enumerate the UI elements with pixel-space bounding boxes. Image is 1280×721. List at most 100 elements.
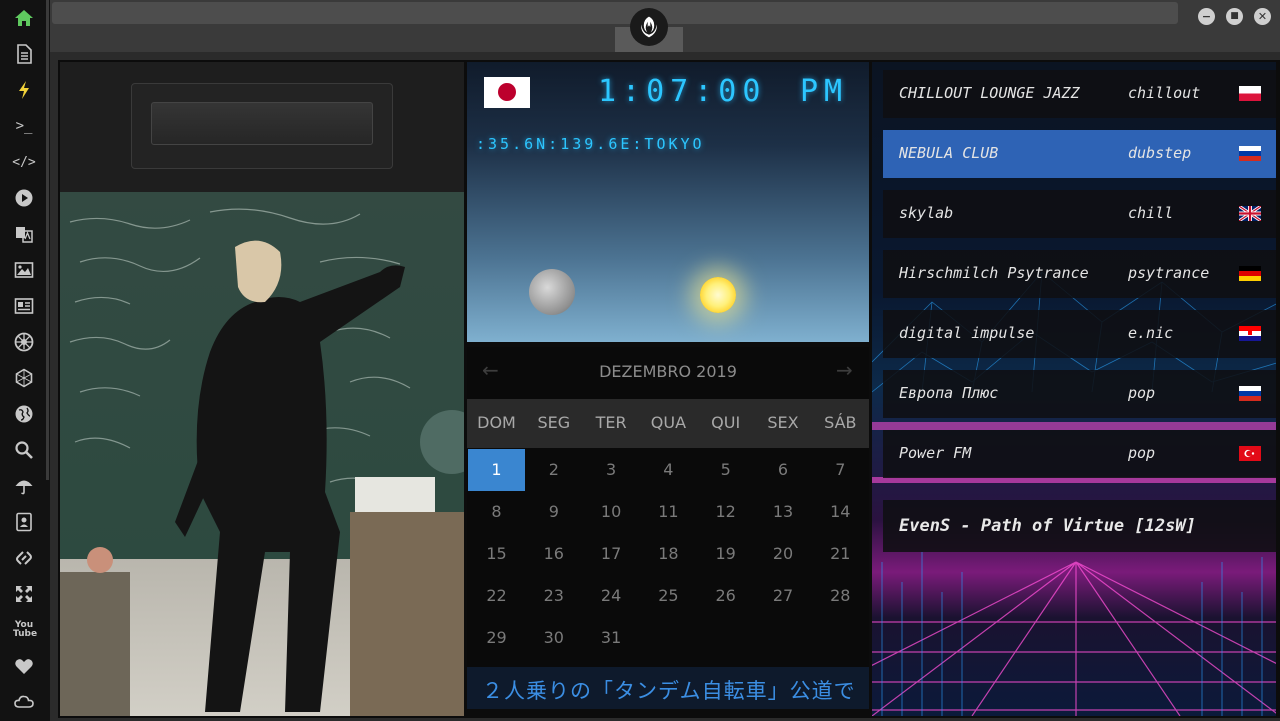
moon-icon bbox=[529, 269, 575, 315]
document-icon[interactable] bbox=[10, 40, 38, 68]
calendar-day[interactable]: 16 bbox=[525, 533, 582, 575]
radio-station-genre: chillout bbox=[1128, 84, 1201, 102]
russia-flag-icon bbox=[1239, 386, 1261, 401]
calendar-day[interactable]: 13 bbox=[755, 491, 812, 533]
radio-station-name: Европа Плюс bbox=[899, 384, 999, 402]
calendar-day[interactable]: 5 bbox=[697, 449, 754, 491]
radio-station-row[interactable]: Европа Плюс pop bbox=[883, 370, 1276, 418]
newspaper-icon[interactable] bbox=[10, 292, 38, 320]
youtube-icon-label: You Tube bbox=[13, 620, 38, 639]
calendar-day[interactable]: 20 bbox=[755, 533, 812, 575]
calendar-day[interactable]: 1 bbox=[468, 449, 525, 491]
youtube-icon[interactable]: You Tube bbox=[10, 616, 38, 644]
maximize-button[interactable]: ■ bbox=[1226, 8, 1243, 25]
calendar-day[interactable]: 30 bbox=[525, 617, 582, 659]
play-circle-icon[interactable] bbox=[10, 184, 38, 212]
calendar-day[interactable]: 14 bbox=[812, 491, 869, 533]
japan-flag-icon[interactable] bbox=[484, 77, 530, 108]
calendar-day[interactable]: 9 bbox=[525, 491, 582, 533]
calendar-weekday: DOM bbox=[477, 413, 516, 432]
calendar-day[interactable]: 25 bbox=[640, 575, 697, 617]
code-icon[interactable]: </> bbox=[10, 148, 38, 176]
close-button[interactable]: ✕ bbox=[1254, 8, 1271, 25]
radio-station-genre: e.nic bbox=[1128, 324, 1174, 342]
calendar-day[interactable]: 18 bbox=[640, 533, 697, 575]
calendar-day[interactable]: 7 bbox=[812, 449, 869, 491]
news-ticker[interactable]: ２人乗りの「タンデム自転車」公道で bbox=[467, 667, 869, 709]
hexagon-icon[interactable] bbox=[10, 364, 38, 392]
clock-ampm: PM bbox=[800, 74, 849, 109]
radio-station-genre: pop bbox=[1128, 444, 1156, 462]
radio-station-genre: psytrance bbox=[1128, 264, 1210, 282]
image-icon[interactable] bbox=[10, 256, 38, 284]
close-icon: ✕ bbox=[1257, 10, 1268, 23]
calendar-day[interactable]: 19 bbox=[697, 533, 754, 575]
calendar-day[interactable]: 6 bbox=[755, 449, 812, 491]
calendar-day[interactable]: 31 bbox=[583, 617, 640, 659]
radio-station-genre: chill bbox=[1128, 204, 1174, 222]
germany-flag-icon bbox=[1239, 266, 1261, 281]
radio-station-name: Hirschmilch Psytrance bbox=[899, 264, 1089, 282]
heart-icon[interactable] bbox=[10, 652, 38, 680]
clock-time: 1:07:00 bbox=[598, 74, 767, 109]
calendar-day[interactable]: 8 bbox=[468, 491, 525, 533]
radio-station-name: NEBULA CLUB bbox=[899, 144, 999, 162]
uk-flag-icon bbox=[1239, 206, 1261, 221]
home-icon[interactable] bbox=[10, 4, 38, 32]
calendar-day[interactable]: 26 bbox=[697, 575, 754, 617]
lightning-icon[interactable] bbox=[10, 76, 38, 104]
poland-flag-icon bbox=[1239, 86, 1261, 101]
radio-station-row[interactable]: CHILLOUT LOUNGE JAZZ chillout bbox=[883, 70, 1276, 118]
calendar-weekday: TER bbox=[595, 413, 627, 432]
radio-station-genre: pop bbox=[1128, 384, 1156, 402]
radio-station-row[interactable]: skylab chill bbox=[883, 190, 1276, 238]
now-playing: EvenS - Path of Virtue [12sW] bbox=[883, 500, 1276, 552]
contact-card-icon[interactable] bbox=[10, 508, 38, 536]
sun-icon bbox=[700, 277, 736, 313]
translate-icon[interactable] bbox=[10, 220, 38, 248]
minimize-button[interactable]: − bbox=[1198, 8, 1215, 25]
calendar-day[interactable]: 11 bbox=[640, 491, 697, 533]
calendar-day[interactable]: 15 bbox=[468, 533, 525, 575]
calendar-day[interactable]: 24 bbox=[583, 575, 640, 617]
calendar-day[interactable]: 29 bbox=[468, 617, 525, 659]
russia-flag-icon bbox=[1239, 146, 1261, 161]
radio-station-row[interactable]: NEBULA CLUB dubstep bbox=[883, 130, 1276, 178]
calendar-day[interactable]: 21 bbox=[812, 533, 869, 575]
radio-station-row[interactable]: digital impulse e.nic bbox=[883, 310, 1276, 358]
photo-search-bar[interactable] bbox=[151, 102, 373, 145]
search-icon[interactable] bbox=[10, 436, 38, 464]
window-edge bbox=[1276, 62, 1280, 716]
app-sidebar: >_ </> You Tube bbox=[0, 0, 50, 721]
radio-station-name: skylab bbox=[899, 204, 954, 222]
sidebar-scrollbar[interactable] bbox=[46, 0, 49, 480]
calendar-day[interactable]: 17 bbox=[583, 533, 640, 575]
calendar-day[interactable]: 12 bbox=[697, 491, 754, 533]
calendar-weekday: SEG bbox=[537, 413, 571, 432]
galactic-empire-icon[interactable] bbox=[10, 328, 38, 356]
globe-icon[interactable] bbox=[10, 400, 38, 428]
rebel-alliance-icon[interactable] bbox=[630, 8, 668, 46]
terminal-icon-label: >_ bbox=[15, 118, 33, 134]
link-icon[interactable] bbox=[10, 544, 38, 572]
news-ticker-text: ２人乗りの「タンデム自転車」公道で bbox=[482, 679, 856, 703]
calendar-day[interactable]: 10 bbox=[583, 491, 640, 533]
calendar-day[interactable]: 2 bbox=[525, 449, 582, 491]
umbrella-icon[interactable] bbox=[10, 472, 38, 500]
radio-station-row[interactable]: Power FM pop bbox=[883, 430, 1276, 478]
calendar-weekday: SÁB bbox=[824, 413, 857, 432]
calendar-day[interactable]: 28 bbox=[812, 575, 869, 617]
now-playing-title: EvenS - Path of Virtue [12sW] bbox=[899, 516, 1196, 536]
radio-station-row[interactable]: Hirschmilch Psytrance psytrance bbox=[883, 250, 1276, 298]
radio-station-name: CHILLOUT LOUNGE JAZZ bbox=[899, 84, 1080, 102]
terminal-icon[interactable]: >_ bbox=[10, 112, 38, 140]
address-bar[interactable] bbox=[52, 2, 1178, 24]
calendar-day[interactable]: 4 bbox=[640, 449, 697, 491]
calendar-day[interactable]: 3 bbox=[583, 449, 640, 491]
expand-arrows-icon[interactable] bbox=[10, 580, 38, 608]
calendar-day[interactable]: 27 bbox=[755, 575, 812, 617]
cloud-icon[interactable] bbox=[10, 688, 38, 716]
calendar-day[interactable]: 22 bbox=[468, 575, 525, 617]
calendar-day[interactable]: 23 bbox=[525, 575, 582, 617]
calendar-title: DEZEMBRO 2019 bbox=[599, 362, 737, 381]
